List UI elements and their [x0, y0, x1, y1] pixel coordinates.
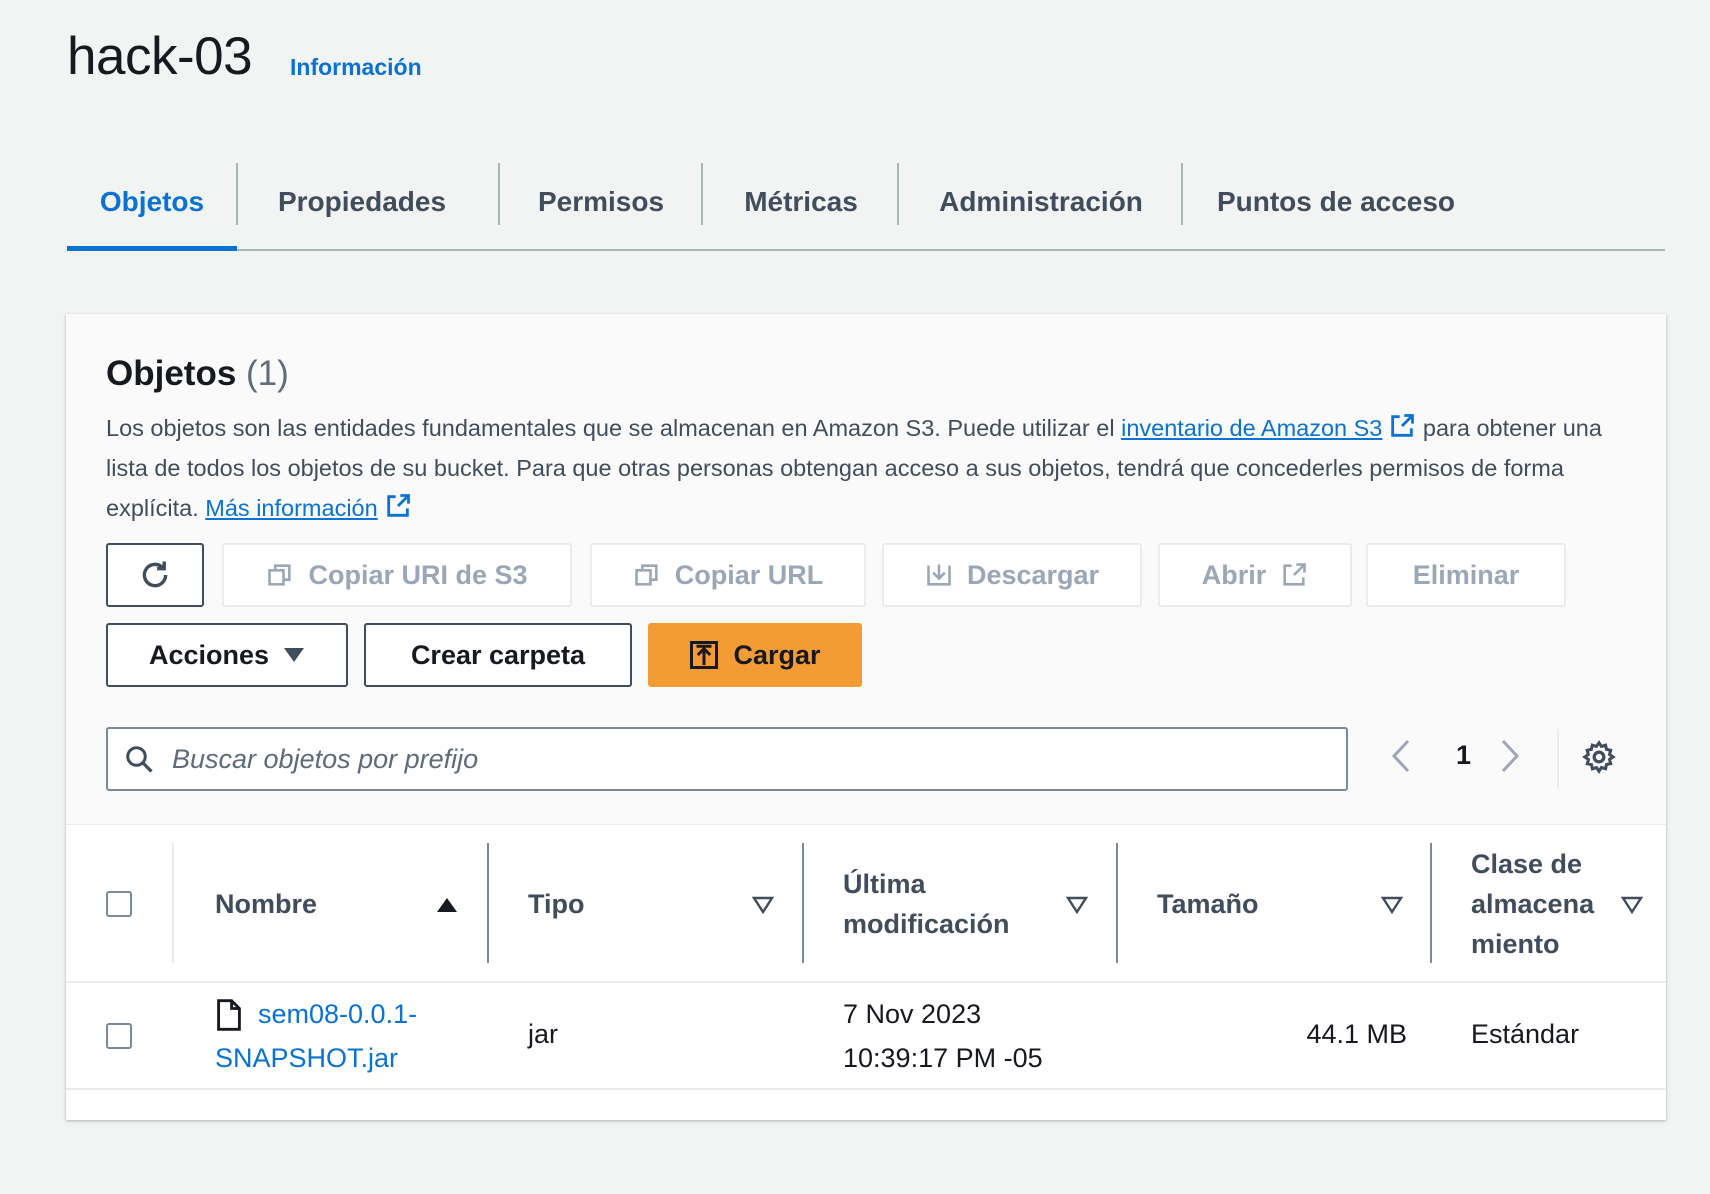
delete-label: Eliminar [1412, 559, 1520, 590]
refresh-button[interactable] [106, 543, 204, 607]
external-link-icon [1391, 414, 1415, 437]
object-name-line[interactable]: SNAPSHOT.jar [215, 1036, 485, 1080]
gear-icon[interactable] [1581, 739, 1617, 775]
info-link[interactable]: Información [290, 54, 422, 81]
column-header-storage-line: miento [1471, 929, 1560, 959]
sort-icon[interactable] [1066, 896, 1088, 914]
description-text: Los objetos son las entidades fundamenta… [106, 415, 1122, 441]
actions-label: Acciones [148, 639, 270, 670]
column-divider[interactable] [1430, 843, 1432, 963]
tab-propiedades[interactable]: Propiedades [238, 155, 486, 249]
copy-url-label: Copiar URL [674, 559, 824, 590]
object-type: jar [528, 1019, 559, 1049]
page-title: hack-03 [67, 27, 253, 86]
column-header-size[interactable]: Tamaño [1157, 884, 1259, 924]
create-folder-label: Crear carpeta [410, 639, 586, 670]
inventory-link[interactable]: inventario de Amazon S3 [1121, 415, 1382, 441]
column-divider [172, 843, 174, 963]
create-folder-button[interactable]: Crear carpeta [364, 623, 632, 687]
column-divider[interactable] [487, 843, 489, 963]
column-header-modified-line: modificación [843, 909, 1010, 939]
copy-s3-uri-label: Copiar URI de S3 [308, 559, 528, 590]
sort-ascending-icon[interactable] [436, 896, 458, 914]
objects-panel: Objetos (1) Los objetos son las entidade… [66, 314, 1666, 1120]
objects-heading: Objetos (1) [106, 354, 289, 394]
open-button[interactable]: Abrir [1158, 543, 1352, 607]
column-header-type[interactable]: Tipo [528, 884, 585, 924]
objects-description: Los objetos son las entidades fundamenta… [106, 408, 1636, 528]
column-header-storage-line: almacena [1471, 889, 1595, 919]
object-name-line[interactable]: sem08-0.0.1- [215, 992, 485, 1036]
row-checkbox[interactable] [106, 1023, 132, 1049]
tab-objetos[interactable]: Objetos [67, 155, 237, 251]
upload-button[interactable]: Cargar [648, 623, 862, 687]
copy-icon [268, 564, 292, 586]
object-storage-class: Estándar [1471, 1019, 1580, 1049]
download-button[interactable]: Descargar [882, 543, 1142, 607]
column-header-storage-class[interactable]: Clase de almacena miento [1471, 844, 1594, 964]
column-header-name[interactable]: Nombre [215, 884, 317, 924]
copy-s3-uri-button[interactable]: Copiar URI de S3 [222, 543, 572, 607]
tab-metricas[interactable]: Métricas [703, 155, 899, 249]
objects-heading-label: Objetos [106, 354, 237, 393]
delete-button[interactable]: Eliminar [1366, 543, 1566, 607]
column-divider[interactable] [802, 843, 804, 963]
column-divider[interactable] [1116, 843, 1118, 963]
pager-divider [1557, 729, 1559, 789]
more-info-link[interactable]: Más información [205, 495, 377, 521]
upload-icon [690, 641, 719, 669]
tab-puntos-de-acceso[interactable]: Puntos de acceso [1183, 155, 1489, 249]
object-modified: 7 Nov 2023 10:39:17 PM -05 [843, 992, 1043, 1080]
refresh-icon [142, 561, 168, 588]
object-modified-date: 7 Nov 2023 [843, 999, 982, 1029]
object-name-link[interactable]: sem08-0.0.1- SNAPSHOT.jar [215, 992, 485, 1080]
download-label: Descargar [966, 559, 1100, 590]
download-icon [927, 564, 951, 586]
sort-icon[interactable] [1381, 896, 1403, 914]
copy-icon [634, 564, 658, 586]
chevron-left-icon[interactable] [1389, 738, 1413, 774]
row-divider [66, 1088, 1666, 1090]
tab-administracion[interactable]: Administración [899, 155, 1183, 249]
objects-count: (1) [246, 354, 289, 393]
tab-permisos[interactable]: Permisos [500, 155, 702, 249]
caret-down-icon [284, 648, 305, 662]
upload-label: Cargar [733, 639, 821, 670]
column-header-modified[interactable]: Última modificación [843, 864, 1010, 944]
column-header-modified-line: Última [843, 869, 926, 899]
object-size: 44.1 MB [1306, 1019, 1407, 1049]
actions-dropdown[interactable]: Acciones [106, 623, 348, 687]
sort-icon[interactable] [1621, 896, 1643, 914]
search-input[interactable] [170, 742, 1274, 776]
column-header-storage-line: Clase de [1471, 849, 1583, 879]
search-box [106, 727, 1348, 791]
copy-url-button[interactable]: Copiar URL [590, 543, 866, 607]
external-link-icon [1283, 563, 1307, 586]
header-divider [66, 981, 1666, 983]
tab-bar: Objetos Propiedades Permisos Métricas Ad… [67, 155, 1665, 251]
sort-icon[interactable] [752, 896, 774, 914]
select-all-checkbox[interactable] [106, 891, 132, 917]
external-link-icon [386, 494, 410, 517]
current-page[interactable]: 1 [1456, 740, 1471, 771]
open-label: Abrir [1201, 559, 1267, 590]
object-modified-time: 10:39:17 PM -05 [843, 1043, 1043, 1073]
chevron-right-icon[interactable] [1498, 738, 1522, 774]
search-icon [126, 746, 153, 773]
